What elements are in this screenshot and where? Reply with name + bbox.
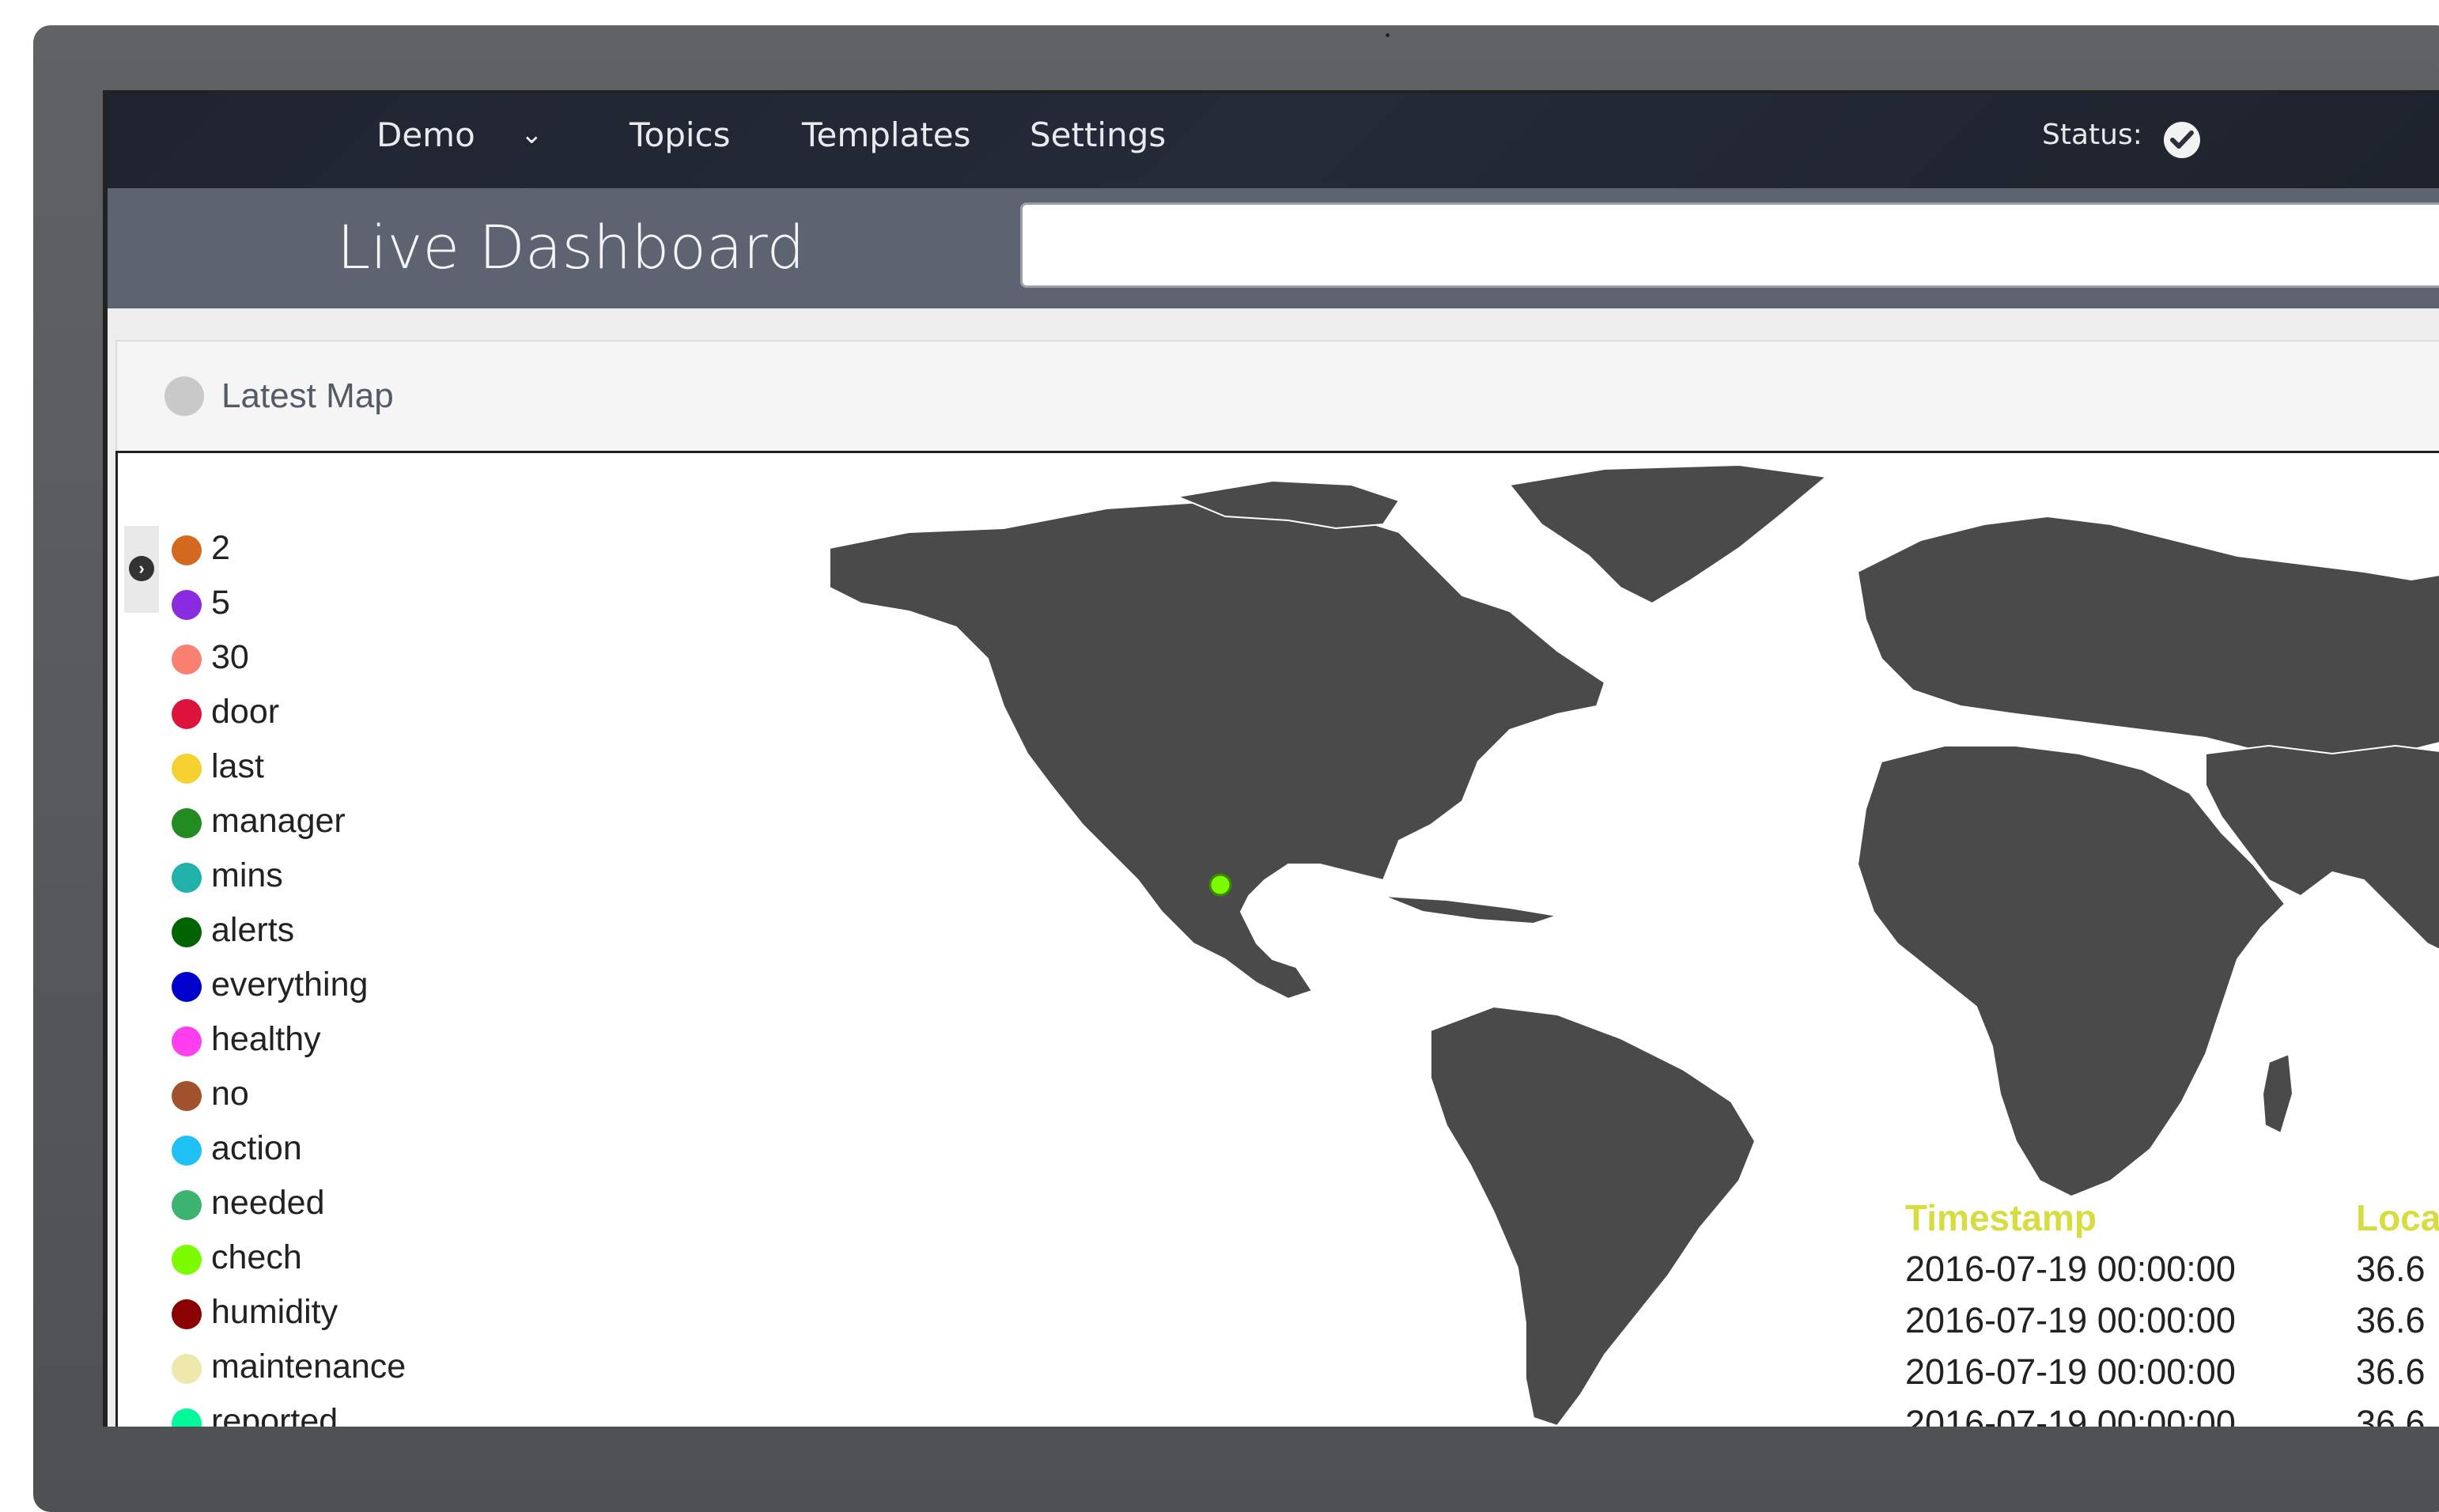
legend-label: chech [211, 1238, 302, 1276]
legend-swatch [172, 1299, 202, 1329]
madagascar-shape [2262, 1053, 2293, 1134]
legend-swatch [172, 699, 202, 729]
legend-swatch [172, 1026, 202, 1057]
chevron-down-icon[interactable]: ⌄ [520, 119, 543, 150]
legend-swatch [172, 1245, 202, 1275]
top-navbar: Demo ⌄ Topics Templates Settings Status: [108, 93, 2439, 188]
table-cell: 36.6 [2356, 1300, 2426, 1340]
nav-templates[interactable]: Templates [802, 115, 971, 154]
legend-toggle[interactable]: › [124, 526, 159, 613]
map-panel[interactable]: › 2 5 30 door last manager mins alerts everythin… [115, 451, 2439, 1427]
nav-settings[interactable]: Settings [1030, 115, 1166, 154]
search-input[interactable] [1020, 202, 2439, 288]
caribbean-shape [1382, 895, 1558, 924]
camera-dot [1386, 33, 1390, 37]
check-circle-icon [2164, 122, 2200, 158]
legend-label: humidity [211, 1293, 338, 1331]
legend-label: maintenance [211, 1348, 406, 1385]
column-header-timestamp: Timestamp [1905, 1197, 2097, 1238]
legend-label: everything [211, 966, 369, 1004]
table-cell: 36.6 [2356, 1351, 2426, 1392]
legend-swatch [172, 972, 202, 1002]
legend-label: reported [211, 1402, 338, 1427]
legend-swatch [172, 754, 202, 784]
panel-header: Latest Map [115, 340, 2439, 452]
legend-swatch [172, 1190, 202, 1220]
legend-label: last [211, 747, 264, 785]
legend-label: mins [211, 856, 283, 894]
legend-label: 30 [211, 638, 249, 676]
greenland-shape [1509, 464, 1827, 604]
column-header-location: Loca [2356, 1197, 2439, 1238]
table-cell: 2016-07-19 00:00:00 [1905, 1351, 2236, 1392]
legend-swatch [172, 863, 202, 893]
legend-label: action [211, 1129, 302, 1167]
legend-label: no [211, 1075, 249, 1113]
app-screen: Demo ⌄ Topics Templates Settings Status:… [103, 90, 2439, 1427]
timestamp-column: Timestamp 2016-07-19 00:00:00 2016-07-19… [1905, 1196, 2236, 1427]
table-cell: 36.6 [2356, 1403, 2426, 1427]
legend-swatch [172, 917, 202, 947]
table-cell: 2016-07-19 00:00:00 [1905, 1403, 2236, 1427]
legend-label: 5 [211, 584, 230, 622]
page-title: Live Dashboard [337, 212, 805, 282]
legend-label: needed [211, 1184, 325, 1222]
map-marker [1208, 873, 1232, 897]
legend-swatch [172, 590, 202, 620]
legend-label: manager [211, 802, 346, 840]
south-america-shape [1430, 1006, 1756, 1427]
nav-topics[interactable]: Topics [630, 115, 731, 154]
europe-shape [1857, 516, 2439, 762]
table-cell: 2016-07-19 00:00:00 [1905, 1300, 2236, 1340]
table-cell: 36.6 [2356, 1249, 2426, 1289]
legend-label: alerts [211, 911, 295, 949]
panel-title: Latest Map [221, 376, 394, 415]
north-america-shape [829, 500, 1605, 1000]
status-label: Status: [2042, 119, 2142, 151]
legend-label: healthy [211, 1020, 321, 1058]
content-area: Latest Map › 2 5 30 door last manager mi… [108, 308, 2439, 1427]
title-bar: Live Dashboard [108, 188, 2439, 308]
chevron-right-circle-icon[interactable]: › [129, 556, 154, 581]
legend-swatch [172, 808, 202, 838]
globe-icon [164, 376, 204, 416]
legend-swatch [172, 1081, 202, 1111]
legend-label: door [211, 693, 280, 731]
legend-swatch [172, 1136, 202, 1166]
legend-swatch [172, 1354, 202, 1384]
workspace-selector[interactable]: Demo [376, 115, 475, 154]
legend-swatch [172, 644, 202, 675]
legend-label: 2 [211, 529, 230, 567]
table-cell: 2016-07-19 00:00:00 [1905, 1249, 2236, 1289]
legend-swatch [172, 535, 202, 565]
location-column: Loca 36.6 36.6 36.6 36.6 [2356, 1196, 2439, 1427]
